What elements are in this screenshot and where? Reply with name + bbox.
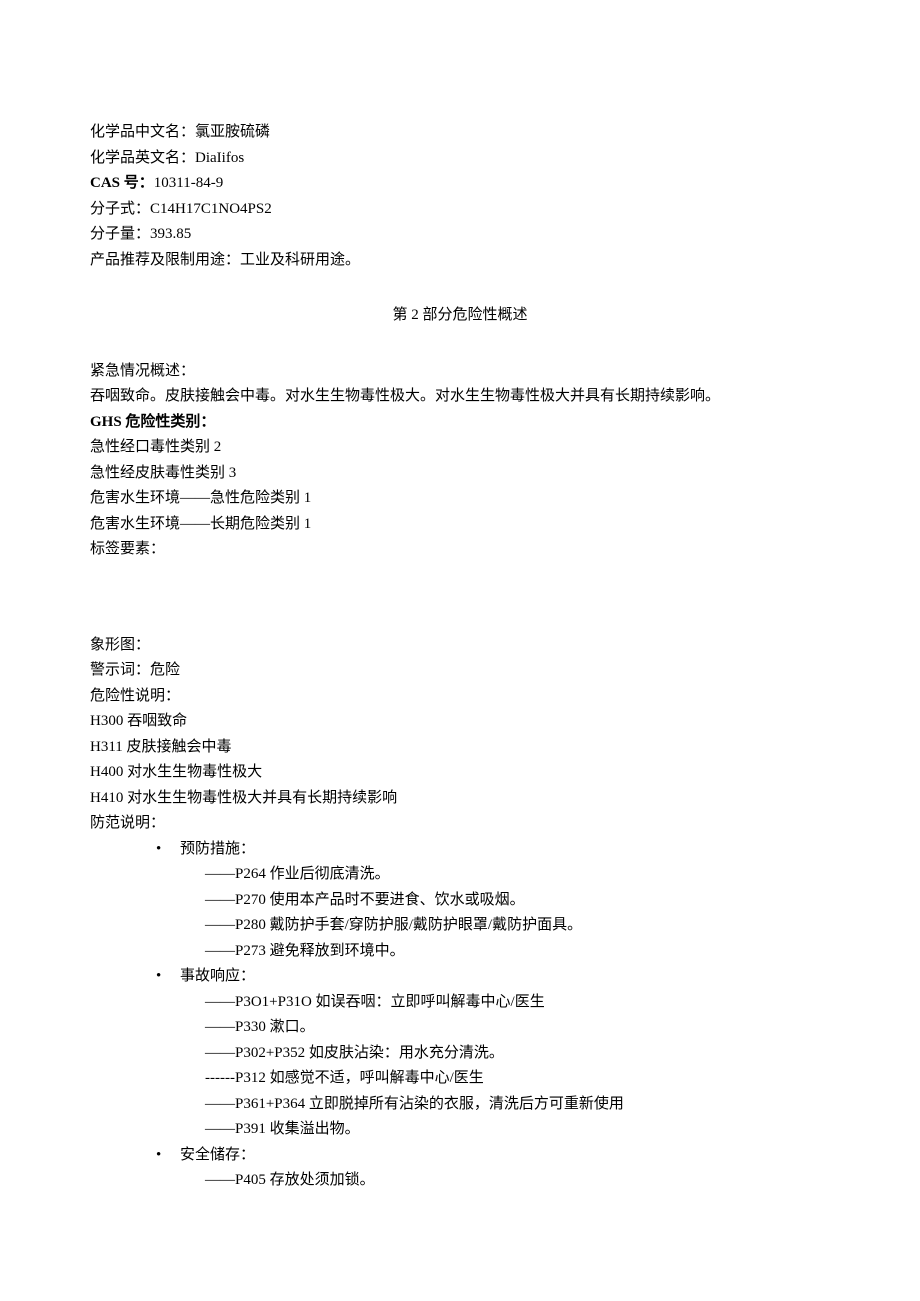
precaution-line: ——P361+P364 立即脱掉所有沾染的衣服，清洗后方可重新使用 (205, 1092, 830, 1118)
group-title: 安全储存： (180, 1147, 255, 1163)
precaution-group-prevention: 预防措施： (90, 837, 830, 863)
signal-label: 警示词： (90, 662, 150, 678)
emergency-label: 紧急情况概述： (90, 359, 830, 385)
signal-row: 警示词：危险 (90, 658, 830, 684)
label-elements: 标签要素： (90, 537, 830, 563)
precaution-line: ——P264 作业后彻底清洗。 (205, 862, 830, 888)
cn-name-label: 化学品中文名： (90, 124, 195, 140)
precaution-line: ——P273 避免释放到环境中。 (205, 939, 830, 965)
ghs-item: 急性经口毒性类别 2 (90, 435, 830, 461)
precaution-line: ——P270 使用本产品时不要进食、饮水或吸烟。 (205, 888, 830, 914)
formula-label: 分子式： (90, 201, 150, 217)
precaution-line: ——P302+P352 如皮肤沾染：用水充分清洗。 (205, 1041, 830, 1067)
ghs-item: 急性经皮肤毒性类别 3 (90, 461, 830, 487)
precaution-line: ——P280 戴防护手套/穿防护服/戴防护眼罩/戴防护面具。 (205, 913, 830, 939)
cn-name-value: 氯亚胺硫磷 (195, 124, 270, 140)
mw-row: 分子量：393.85 (90, 222, 830, 248)
precaution-group-response: 事故响应： (90, 964, 830, 990)
precaution-line: ------P312 如感觉不适，呼叫解毒中心/医生 (205, 1066, 830, 1092)
ghs-item: 危害水生环境——急性危险类别 1 (90, 486, 830, 512)
en-name-value: DiaIifos (195, 150, 244, 166)
cas-label: CAS 号： (90, 175, 154, 191)
group-title: 事故响应： (180, 968, 255, 984)
precaution-group-storage: 安全储存： (90, 1143, 830, 1169)
precaution-line: ——P391 收集溢出物。 (205, 1117, 830, 1143)
precaution-line: ——P3O1+P31O 如误吞咽：立即呼叫解毒中心/医生 (205, 990, 830, 1016)
pictogram-label: 象形图： (90, 633, 830, 659)
hazard-statement: H311 皮肤接触会中毒 (90, 735, 830, 761)
en-name-label: 化学品英文名： (90, 150, 195, 166)
pictogram-gap (90, 563, 830, 633)
group-title: 预防措施： (180, 841, 255, 857)
formula-value: C14H17C1NO4PS2 (150, 201, 272, 217)
section-2-title: 第 2 部分危险性概述 (90, 303, 830, 329)
use-value: 工业及科研用途。 (240, 252, 360, 268)
cas-value: 10311-84-9 (154, 175, 223, 191)
hazard-statements-label: 危险性说明： (90, 684, 830, 710)
ghs-label: GHS 危险性类别： (90, 410, 830, 436)
hazard-statement: H300 吞咽致命 (90, 709, 830, 735)
precaution-label: 防范说明： (90, 811, 830, 837)
en-name-row: 化学品英文名：DiaIifos (90, 146, 830, 172)
hazard-statement: H400 对水生生物毒性极大 (90, 760, 830, 786)
precaution-line: ——P405 存放处须加锁。 (205, 1168, 830, 1194)
mw-label: 分子量： (90, 226, 150, 242)
hazard-statement: H410 对水生生物毒性极大并具有长期持续影响 (90, 786, 830, 812)
formula-row: 分子式：C14H17C1NO4PS2 (90, 197, 830, 223)
cn-name-row: 化学品中文名：氯亚胺硫磷 (90, 120, 830, 146)
use-row: 产品推荐及限制用途：工业及科研用途。 (90, 248, 830, 274)
ghs-item: 危害水生环境——长期危险类别 1 (90, 512, 830, 538)
cas-row: CAS 号：10311-84-9 (90, 171, 830, 197)
signal-value: 危险 (150, 662, 180, 678)
mw-value: 393.85 (150, 226, 191, 242)
use-label: 产品推荐及限制用途： (90, 252, 240, 268)
precaution-line: ——P330 漱口。 (205, 1015, 830, 1041)
emergency-text: 吞咽致命。皮肤接触会中毒。对水生生物毒性极大。对水生生物毒性极大并具有长期持续影… (90, 384, 830, 410)
